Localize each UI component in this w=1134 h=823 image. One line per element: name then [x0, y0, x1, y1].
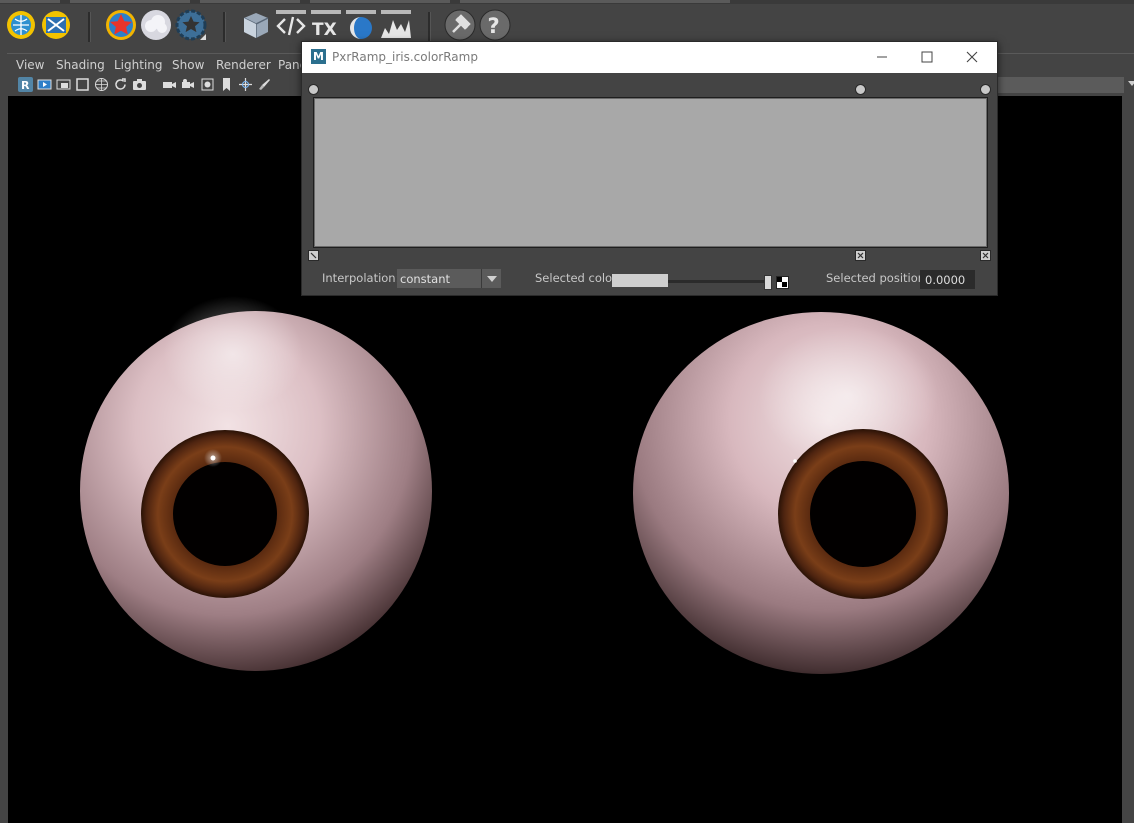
right-eyeball — [633, 312, 1009, 674]
ramp-handle-delete[interactable] — [308, 250, 319, 261]
selected-position-label: Selected position: — [826, 271, 929, 285]
camera-select-icon[interactable] — [181, 77, 196, 92]
interpolation-label: Interpolation: — [322, 271, 400, 285]
minimize-icon — [877, 56, 887, 58]
shelf-tab[interactable] — [70, 0, 190, 3]
svg-text:?: ? — [488, 14, 500, 38]
ramp-area — [302, 73, 997, 263]
shelf-menu-arrow[interactable] — [200, 34, 206, 40]
color-ramp[interactable] — [313, 97, 988, 248]
maximize-icon — [921, 51, 933, 63]
shelf-separator — [88, 12, 91, 42]
delete-handle-icon — [310, 252, 317, 259]
maya-logo-icon: M — [311, 49, 326, 64]
renderman-star-icon[interactable] — [104, 8, 138, 42]
color-slider-thumb[interactable] — [764, 275, 772, 290]
plugin-icon[interactable] — [443, 8, 477, 42]
delete-handle-icon — [982, 252, 989, 259]
package-icon[interactable] — [239, 8, 273, 42]
map-texture-icon[interactable] — [776, 276, 789, 289]
render-globe-icon[interactable] — [4, 8, 38, 42]
render-region-icon[interactable] — [56, 77, 71, 92]
shelf-tab[interactable] — [460, 0, 730, 3]
render-view-icon[interactable] — [39, 8, 73, 42]
menu-renderer[interactable]: Renderer — [216, 58, 271, 72]
selected-position-field[interactable]: 0.0000 — [920, 270, 975, 289]
color-slider-track[interactable] — [668, 280, 766, 283]
selected-color-swatch[interactable] — [612, 274, 668, 287]
left-eyeball — [80, 296, 432, 671]
ipr-icon[interactable] — [37, 77, 52, 92]
delete-handle-icon — [857, 252, 864, 259]
shelf-tab[interactable] — [310, 0, 450, 3]
bookmark-icon[interactable] — [219, 77, 234, 92]
ramp-controls: Interpolation: constant Selected color: … — [302, 264, 997, 294]
refresh-icon[interactable] — [113, 77, 128, 92]
minimize-button[interactable] — [872, 47, 892, 67]
svg-text:R: R — [21, 79, 30, 92]
ramp-handle-delete[interactable] — [980, 250, 991, 261]
ramp-handle-top[interactable] — [980, 84, 991, 95]
ramp-editor-window: M PxrRamp_iris.colorRamp Interpolation: … — [301, 41, 998, 296]
help-icon[interactable]: ? — [478, 8, 512, 42]
maximize-button[interactable] — [917, 47, 937, 67]
ramp-handle-top[interactable] — [308, 84, 319, 95]
selected-position-value: 0.0000 — [925, 273, 966, 287]
waveform-icon[interactable] — [379, 8, 413, 42]
tx-label: TX — [312, 20, 337, 40]
camera-icon[interactable] — [162, 77, 177, 92]
interpolation-value: constant — [400, 272, 450, 286]
snapshot-icon[interactable] — [132, 77, 147, 92]
tx-icon[interactable]: TX — [309, 8, 343, 42]
panel-field[interactable] — [997, 77, 1134, 93]
cloud-icon[interactable] — [139, 8, 173, 42]
viewport-side-strip — [1129, 96, 1134, 823]
ramp-handle-delete[interactable] — [855, 250, 866, 261]
brush-icon[interactable] — [257, 77, 272, 92]
shelf-separator — [223, 12, 226, 42]
ramp-handle-top[interactable] — [855, 84, 866, 95]
frame-icon[interactable] — [75, 77, 90, 92]
selected-color-label: Selected color: — [535, 271, 621, 285]
interpolation-dropdown[interactable]: constant — [397, 269, 501, 288]
window-title: PxrRamp_iris.colorRamp — [332, 50, 478, 64]
close-button[interactable] — [962, 47, 982, 67]
shelf-tab[interactable] — [200, 0, 300, 3]
preview-icon[interactable] — [344, 8, 378, 42]
shelf-separator — [428, 12, 431, 42]
shelf: TX ? — [0, 4, 1134, 46]
code-icon[interactable] — [274, 8, 308, 42]
shelf-tab[interactable] — [0, 0, 60, 3]
window-titlebar[interactable]: M PxrRamp_iris.colorRamp — [302, 42, 997, 73]
menu-show[interactable]: Show — [172, 58, 204, 72]
film-icon[interactable] — [200, 77, 215, 92]
chevron-down-icon[interactable] — [1128, 81, 1134, 86]
menu-view[interactable]: View — [16, 58, 44, 72]
grid-icon[interactable] — [94, 77, 109, 92]
transform-icon[interactable] — [238, 77, 253, 92]
renderman-icon[interactable]: R — [18, 77, 33, 92]
chevron-down-icon[interactable] — [481, 269, 501, 288]
menu-lighting[interactable]: Lighting — [114, 58, 163, 72]
close-icon — [966, 51, 978, 63]
menu-shading[interactable]: Shading — [56, 58, 105, 72]
